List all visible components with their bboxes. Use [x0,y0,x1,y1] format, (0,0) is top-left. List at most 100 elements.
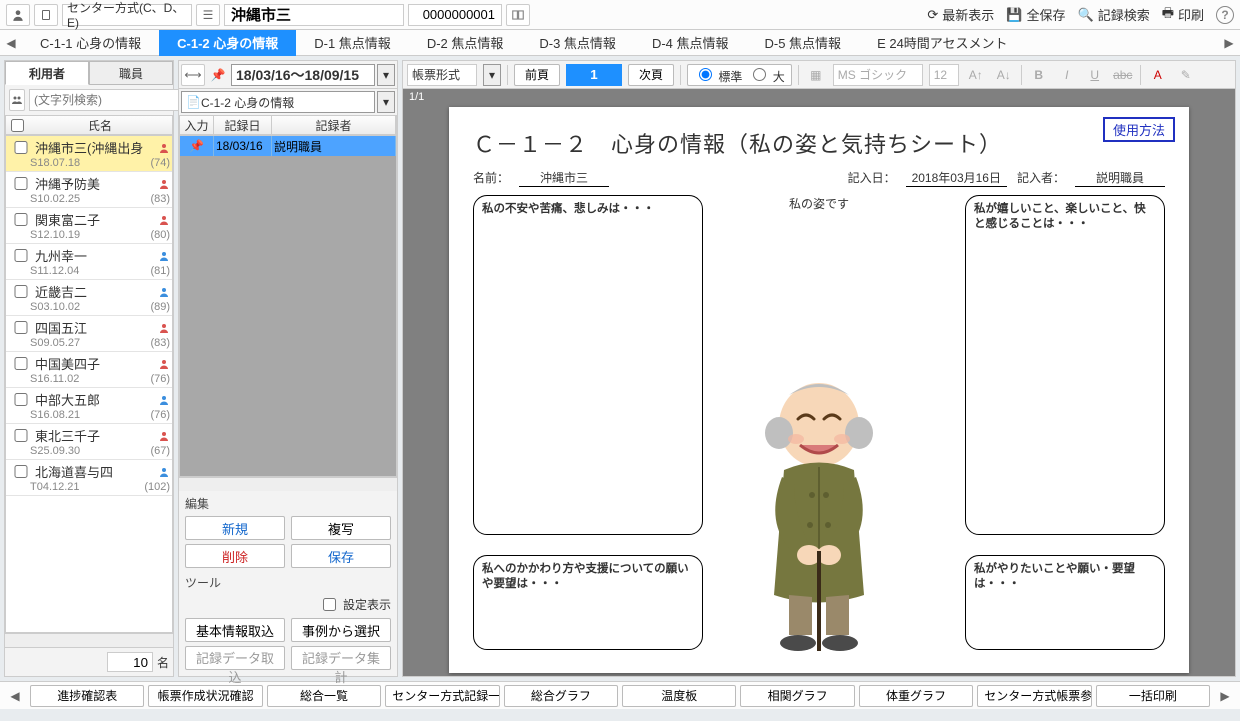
tabs-next-icon[interactable]: ▶ [1218,32,1240,54]
tab-4[interactable]: D-3 焦点情報 [521,30,634,56]
user-row[interactable]: 北海道喜与四T04.12.21(102) [6,460,172,496]
underline-icon: U [1084,65,1106,85]
record-row[interactable]: 📌 18/03/16 説明職員 [180,136,396,156]
search-button[interactable]: 🔍 記録検索 [1078,5,1150,24]
user-checkbox[interactable] [14,249,28,262]
date-dropdown-icon[interactable]: ▾ [377,64,395,86]
bottom-button[interactable]: 温度板 [622,685,736,707]
bottom-button[interactable]: センター方式記録一 [385,685,499,707]
rec-in-button[interactable]: 記録データ取込 [185,646,285,670]
bottom-button[interactable]: 帳票作成状況確認 [148,685,262,707]
user-checkbox[interactable] [14,321,28,334]
delete-button[interactable]: 削除 [185,544,285,568]
save-all-button[interactable]: 💾 全保存 [1006,5,1065,24]
date-range[interactable]: 18/03/16～18/09/15 [231,64,375,86]
setting-show-checkbox[interactable] [323,598,336,611]
record-dropdown-icon[interactable]: ▾ [377,91,395,113]
page-input[interactable] [566,64,622,86]
rec-agg-button[interactable]: 記録データ集計 [291,646,391,670]
refresh-button[interactable]: ⟳ 最新表示 [927,5,994,24]
tab-6[interactable]: D-5 焦点情報 [747,30,860,56]
format-select[interactable]: 帳票形式 [407,64,477,86]
user-row[interactable]: 東北三千子S25.09.30(67) [6,424,172,460]
subtab-staff[interactable]: 職員 [89,61,173,85]
user-row[interactable]: 関東富二子S12.10.19(80) [6,208,172,244]
search-input[interactable] [29,89,194,111]
name-input[interactable] [224,4,404,26]
tab-1[interactable]: C-1-2 心身の情報 [159,30,296,56]
tabs-prev-icon[interactable]: ◀ [0,32,22,54]
new-button[interactable]: 新規 [185,516,285,540]
format-bar: 帳票形式 ▾ 前頁 次頁 標準 大 ▦ MS ゴシック 12 A↑ A↓ B I… [403,61,1235,89]
hscroll[interactable] [5,633,173,647]
user-date: T04.12.21 [30,481,80,493]
document-icon[interactable] [34,4,58,26]
howto-button[interactable]: 使用方法 [1103,117,1175,142]
document-view[interactable]: 1/1 使用方法 Ｃ－１－２ 心身の情報（私の姿と気持ちシート） 名前： 沖縄市… [403,89,1235,676]
list-icon[interactable]: ☰ [196,4,220,26]
bottom-button[interactable]: 体重グラフ [859,685,973,707]
user-row[interactable]: 沖縄予防美S10.02.25(83) [6,172,172,208]
pin-range-icon[interactable]: ⟷ [181,64,205,86]
user-row[interactable]: 中部大五郎S16.08.21(76) [6,388,172,424]
user-checkbox[interactable] [14,285,28,298]
tab-0[interactable]: C-1-1 心身の情報 [22,30,159,56]
book-icon[interactable] [506,4,530,26]
meta-auth: 説明職員 [1075,169,1165,187]
user-checkbox[interactable] [14,429,28,442]
user-checkbox[interactable] [14,357,28,370]
user-checkbox[interactable] [14,141,28,154]
bottom-prev-icon[interactable]: ◀ [4,685,26,707]
person-icon[interactable] [6,4,30,26]
user-checkbox[interactable] [14,393,28,406]
save-button[interactable]: 保存 [291,544,391,568]
print-button[interactable]: 🖶 印刷 [1162,4,1204,26]
bottom-button[interactable]: センター方式帳票参 [977,685,1091,707]
user-checkbox[interactable] [14,465,28,478]
tab-5[interactable]: D-4 焦点情報 [634,30,747,56]
basic-info-button[interactable]: 基本情報取込 [185,618,285,642]
format-dd-icon[interactable]: ▾ [483,64,501,86]
size-std[interactable] [699,68,712,81]
bottom-button[interactable]: 総合グラフ [504,685,618,707]
select-all-checkbox[interactable] [11,119,24,132]
method-select[interactable]: センター方式(C、D、E) [62,4,192,26]
user-date: S12.10.19 [30,229,80,241]
bottom-button[interactable]: 一括印刷 [1096,685,1210,707]
user-row[interactable]: 九州幸一S11.12.04(81) [6,244,172,280]
help-icon[interactable]: ? [1216,6,1234,24]
mid-hscroll[interactable] [179,477,397,491]
user-list[interactable]: 沖縄市三(沖縄出身S18.07.18(74)沖縄予防美S10.02.25(83)… [5,135,173,633]
copy-button[interactable]: 複写 [291,516,391,540]
color-icon: A [1147,65,1169,85]
user-row[interactable]: 四国五江S09.05.27(83) [6,316,172,352]
size-radio[interactable]: 標準 大 [687,64,792,86]
user-checkbox[interactable] [14,177,28,190]
size-lg[interactable] [753,68,766,81]
record-list[interactable]: 📌 18/03/16 説明職員 [179,135,397,477]
setting-show-label: 設定表示 [343,596,391,613]
rec-date: 18/03/16 [214,136,272,156]
bottom-next-icon[interactable]: ▶ [1214,685,1236,707]
next-page-button[interactable]: 次頁 [628,64,674,86]
record-select[interactable]: 📄 C-1-2 心身の情報 [181,91,375,113]
user-row[interactable]: 中国美四子S16.11.02(76) [6,352,172,388]
user-checkbox[interactable] [14,213,28,226]
tab-7[interactable]: E 24時間アセスメント [859,30,1025,56]
user-row[interactable]: 近畿吉二S03.10.02(89) [6,280,172,316]
bottom-button[interactable]: 総合一覧 [267,685,381,707]
tab-3[interactable]: D-2 焦点情報 [409,30,522,56]
bottom-button[interactable]: 相関グラフ [740,685,854,707]
bottom-button[interactable]: 進捗確認表 [30,685,144,707]
prev-page-button[interactable]: 前頁 [514,64,560,86]
user-row[interactable]: 沖縄市三(沖縄出身S18.07.18(74) [6,136,172,172]
group-icon[interactable] [9,89,25,111]
user-name: 沖縄市三(沖縄出身 [35,138,143,157]
subtab-users[interactable]: 利用者 [5,61,89,85]
count-input[interactable] [107,652,153,672]
number-input[interactable] [408,4,502,26]
cases-button[interactable]: 事例から選択 [291,618,391,642]
tab-2[interactable]: D-1 焦点情報 [296,30,409,56]
person-mini-icon [158,322,170,334]
pin-icon[interactable]: 📌 [207,64,229,86]
